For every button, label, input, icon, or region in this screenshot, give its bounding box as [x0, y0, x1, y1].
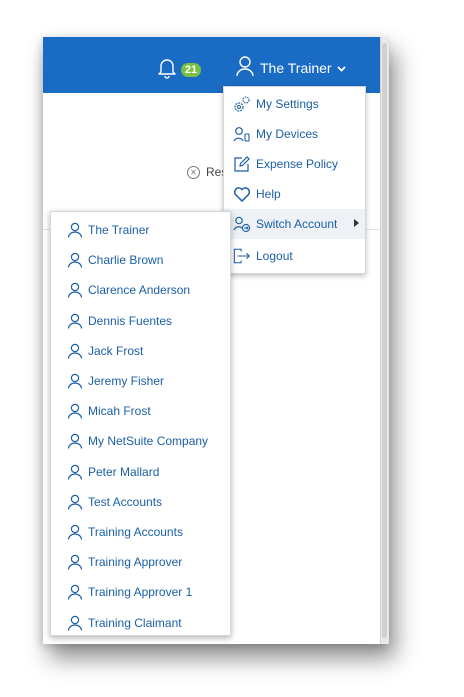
scrollbar-thumb[interactable] — [382, 43, 387, 638]
account-label: Charlie Brown — [88, 253, 164, 268]
account-label: Micah Frost — [88, 404, 151, 419]
user-icon — [67, 282, 83, 298]
heart-icon — [233, 185, 251, 203]
user-icon — [67, 343, 83, 359]
account-item[interactable]: Charlie Brown — [51, 245, 230, 275]
switch-account-submenu: The Trainer Charlie Brown Clarence Anderso… — [50, 211, 231, 636]
switch-account-icon — [233, 215, 251, 233]
account-label: Training Accounts — [88, 525, 183, 539]
user-icon — [236, 55, 254, 82]
reset-link[interactable]: ✕ Res — [187, 165, 227, 179]
menu-item-label: My Devices — [256, 127, 319, 141]
menu-item-my-settings[interactable]: My Settings — [224, 89, 365, 119]
menu-item-label: Help — [256, 187, 281, 201]
menu-item-my-devices[interactable]: My Devices — [224, 119, 365, 149]
user-dropdown-menu: My Settings My Devices Expense Policy He… — [223, 86, 366, 274]
user-icon — [67, 494, 83, 510]
account-label: My NetSuite Company — [88, 434, 209, 449]
chevron-down-icon — [336, 59, 346, 77]
menu-item-help[interactable]: Help — [224, 179, 365, 209]
account-item[interactable]: Peter Mallard — [51, 457, 230, 487]
account-label: Dennis Fuentes — [88, 313, 173, 328]
account-label: The Trainer — [88, 223, 150, 237]
account-label: Jack Frost — [88, 343, 144, 358]
account-item[interactable]: The Trainer — [51, 215, 230, 245]
account-item[interactable]: Training Approver 1 — [51, 577, 230, 607]
account-label: Training Approver 1 — [88, 585, 193, 600]
account-label: Training Approver — [88, 555, 183, 570]
account-item[interactable]: My NetSuite Company — [51, 426, 230, 456]
top-bar: 21 The Trainer — [43, 37, 381, 93]
account-item[interactable]: Clarence Anderson — [51, 275, 230, 305]
user-icon — [67, 524, 83, 540]
logout-icon — [233, 247, 251, 265]
user-icon — [67, 584, 83, 600]
user-menu-button[interactable]: The Trainer — [236, 55, 346, 81]
user-icon — [67, 252, 83, 268]
user-icon — [67, 313, 83, 329]
account-item[interactable]: Micah Frost — [51, 396, 230, 426]
account-label: Test Accounts — [88, 494, 163, 509]
caret-right-icon — [354, 219, 359, 227]
notification-badge: 21 — [181, 63, 201, 77]
user-device-icon — [233, 125, 251, 143]
user-icon — [67, 615, 83, 631]
gear-icon — [233, 95, 251, 113]
account-item[interactable]: Training Approver — [51, 547, 230, 577]
user-icon — [67, 222, 83, 238]
user-icon — [67, 464, 83, 480]
account-item[interactable]: Jack Frost — [51, 336, 230, 366]
menu-item-switch-account[interactable]: Switch Account — [224, 209, 365, 239]
menu-item-label: Logout — [256, 249, 293, 263]
close-circle-icon: ✕ — [187, 165, 200, 179]
menu-item-expense-policy[interactable]: Expense Policy — [224, 149, 365, 179]
account-item[interactable]: Jeremy Fisher — [51, 366, 230, 396]
menu-item-label: Expense Policy — [256, 157, 339, 171]
account-item[interactable]: Training Claimant — [51, 608, 230, 638]
user-icon — [67, 433, 83, 449]
account-item[interactable]: Dennis Fuentes — [51, 306, 230, 336]
user-icon — [67, 373, 83, 389]
menu-item-label: Switch Account — [256, 217, 338, 231]
account-label: Jeremy Fisher — [88, 374, 165, 388]
user-icon — [67, 554, 83, 570]
app-window: 21 The Trainer ✕ Res My Settings My Devi… — [43, 37, 389, 644]
account-label: Clarence Anderson — [88, 283, 191, 298]
edit-icon — [233, 155, 251, 173]
user-icon — [67, 403, 83, 419]
account-label: Peter Mallard — [88, 464, 160, 479]
user-name: The Trainer — [260, 60, 332, 76]
bell-icon[interactable] — [157, 57, 177, 79]
menu-item-logout[interactable]: Logout — [224, 241, 365, 271]
account-item[interactable]: Test Accounts — [51, 487, 230, 517]
account-item[interactable]: Training Accounts — [51, 517, 230, 547]
account-label: Training Claimant — [88, 615, 182, 630]
scrollbar[interactable] — [380, 37, 389, 644]
menu-item-label: My Settings — [256, 97, 319, 111]
